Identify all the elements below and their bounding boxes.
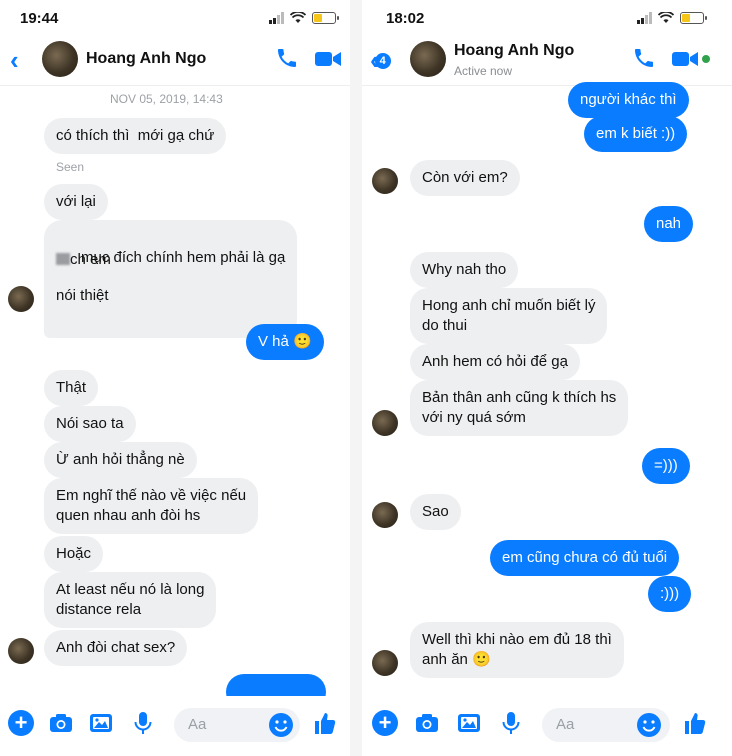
seen-indicator: Seen xyxy=(56,160,85,174)
message-bubble-outgoing[interactable]: V hả 🙂 xyxy=(246,324,324,360)
screenshot-divider xyxy=(350,0,362,756)
status-bar: 19:44 xyxy=(0,8,350,30)
message-bubble-incoming[interactable]: Sao xyxy=(410,494,461,530)
contact-avatar[interactable] xyxy=(42,41,78,77)
message-bubble-incoming[interactable]: Well thì khi nào em đủ 18 thì anh ăn 🙂 xyxy=(410,622,624,678)
message-bubble-outgoing[interactable]: người khác thì xyxy=(568,82,689,118)
wifi-icon xyxy=(658,12,674,23)
message-bubble-incoming[interactable]: Ừ anh hỏi thẳng nè xyxy=(44,442,197,478)
message-bubble-outgoing[interactable]: =))) xyxy=(642,448,690,484)
sender-avatar[interactable] xyxy=(8,286,34,312)
contact-avatar[interactable] xyxy=(410,41,446,77)
redaction-blur xyxy=(56,253,70,265)
message-bubble-incoming[interactable]: Bản thân anh cũng k thích hs với ny quá … xyxy=(410,380,629,436)
unread-count-badge: 4 xyxy=(374,53,391,69)
composer-bar: + Aa xyxy=(362,696,732,756)
active-status: Active now xyxy=(454,64,513,78)
video-camera-icon[interactable] xyxy=(672,50,698,68)
thumbs-up-icon[interactable] xyxy=(312,710,338,736)
message-bubble-outgoing[interactable]: em cũng chưa có đủ tuổi xyxy=(490,540,680,576)
battery-icon xyxy=(680,12,707,24)
left-chat-screen: 19:44 ‹ Hoang Anh Ngo NOV 05, 2019, 14:4… xyxy=(0,0,350,756)
message-bubble-incoming[interactable]: với lại xyxy=(44,184,108,220)
plus-icon[interactable]: + xyxy=(8,710,34,736)
status-time: 19:44 xyxy=(20,10,59,27)
camera-icon[interactable] xyxy=(414,710,440,736)
sender-avatar[interactable] xyxy=(372,502,398,528)
message-bubble-incoming[interactable]: Why nah tho xyxy=(410,252,519,288)
contact-name[interactable]: Hoang Anh Ngo xyxy=(86,50,206,68)
message-bubble-incoming[interactable]: Hoặc xyxy=(44,536,104,572)
message-bubble-incoming[interactable]: Còn với em? xyxy=(410,160,520,196)
message-text: mục đích chính hem phải là gạ xyxy=(81,249,286,266)
message-bubble-incoming[interactable]: Hong anh chỉ muốn biết lý do thui xyxy=(410,288,608,344)
message-list: NOV 05, 2019, 14:43 có thích thì mới gạ … xyxy=(0,86,350,710)
gallery-icon[interactable] xyxy=(456,710,482,736)
battery-icon xyxy=(312,12,339,24)
message-input[interactable]: Aa xyxy=(174,708,300,742)
gallery-icon[interactable] xyxy=(88,710,114,736)
message-input[interactable]: Aa xyxy=(542,708,670,742)
online-indicator xyxy=(702,55,710,63)
message-input-placeholder: Aa xyxy=(188,716,207,733)
message-bubble-incoming[interactable]: Anh hem có hỏi để gạ xyxy=(410,344,580,380)
camera-icon[interactable] xyxy=(48,710,74,736)
phone-icon[interactable] xyxy=(275,46,299,70)
back-chevron-icon[interactable]: ‹ xyxy=(10,46,19,74)
video-camera-icon[interactable] xyxy=(315,50,341,68)
sender-avatar[interactable] xyxy=(372,168,398,194)
message-bubble-outgoing[interactable]: :))) xyxy=(648,576,692,612)
composer-bar: + Aa xyxy=(0,696,350,756)
message-list: người khác thì em k biết :)) Còn với em?… xyxy=(362,82,732,696)
plus-icon[interactable]: + xyxy=(372,710,398,736)
wifi-icon xyxy=(290,12,306,23)
back-chevron-icon[interactable]: ‹4 xyxy=(370,46,391,74)
status-bar: 18:02 xyxy=(362,8,732,30)
message-bubble-incoming[interactable]: Em nghĩ thế nào về việc nếu quen nhau an… xyxy=(44,478,259,534)
status-time: 18:02 xyxy=(386,10,425,27)
message-bubble-outgoing[interactable]: nah xyxy=(644,206,694,242)
signal-icon xyxy=(637,12,652,24)
message-text-partially-hidden: ch em xyxy=(56,250,111,270)
phone-icon[interactable] xyxy=(632,46,656,70)
sender-avatar[interactable] xyxy=(372,650,398,676)
message-input-placeholder: Aa xyxy=(556,716,575,733)
conversation-header: ‹ Hoang Anh Ngo xyxy=(0,36,350,86)
conversation-header: ‹4 Hoang Anh Ngo Active now xyxy=(362,36,732,86)
message-bubble-incoming[interactable]: có thích thì mới gạ chứ xyxy=(44,118,227,154)
sender-avatar[interactable] xyxy=(8,638,34,664)
conversation-timestamp: NOV 05, 2019, 14:43 xyxy=(110,92,223,106)
thumbs-up-icon[interactable] xyxy=(682,710,708,736)
right-chat-screen: 18:02 ‹4 Hoang Anh Ngo Active now người … xyxy=(362,0,732,756)
microphone-icon[interactable] xyxy=(130,710,156,736)
contact-name[interactable]: Hoang Anh Ngo xyxy=(454,42,574,60)
microphone-icon[interactable] xyxy=(498,710,524,736)
emoji-icon[interactable] xyxy=(636,712,662,738)
message-bubble-incoming[interactable]: At least nếu nó là long distance rela xyxy=(44,572,217,628)
status-icons xyxy=(269,12,339,24)
message-bubble-incoming[interactable]: Thật xyxy=(44,370,99,406)
emoji-icon[interactable] xyxy=(268,712,294,738)
message-bubble-incoming[interactable]: Anh đòi chat sex? xyxy=(44,630,188,666)
sender-avatar[interactable] xyxy=(372,410,398,436)
status-icons xyxy=(637,12,707,24)
message-bubble-incoming[interactable]: nói thiệt xyxy=(44,278,121,314)
message-bubble-incoming[interactable]: Nói sao ta xyxy=(44,406,136,442)
message-bubble-outgoing[interactable]: em k biết :)) xyxy=(584,116,688,152)
signal-icon xyxy=(269,12,284,24)
